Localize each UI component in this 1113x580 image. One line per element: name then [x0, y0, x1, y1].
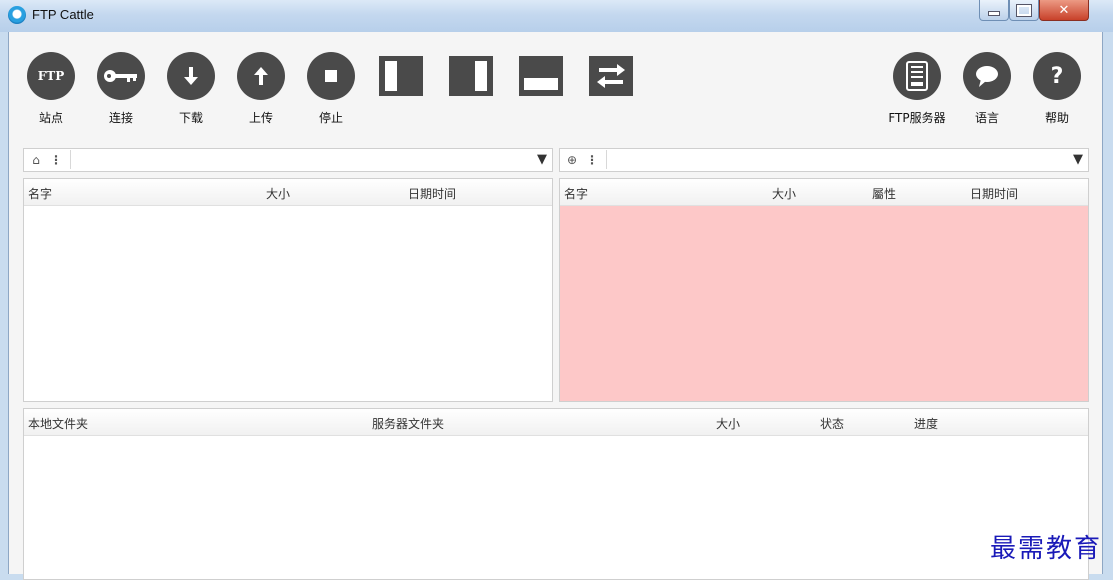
download-button[interactable]: 下载 — [165, 52, 217, 132]
connect-label: 连接 — [108, 111, 133, 125]
remote-path-bar: ⊕ ⋮ ▼ — [559, 148, 1089, 172]
local-path-input[interactable] — [70, 150, 530, 169]
layout-left-icon — [385, 61, 397, 91]
layout-right-icon — [475, 61, 487, 91]
col-size[interactable]: 大小 — [716, 415, 740, 432]
col-size[interactable]: 大小 — [266, 185, 290, 202]
swap-icon — [597, 64, 625, 88]
ftp-icon: FTP — [27, 52, 75, 100]
server-icon — [893, 52, 941, 100]
col-datetime[interactable]: 日期时间 — [970, 185, 1018, 202]
remote-list-body[interactable] — [560, 206, 1088, 401]
stop-label: 停止 — [318, 111, 343, 125]
stop-button[interactable]: 停止 — [305, 52, 357, 132]
queue-header: 本地文件夹 服务器文件夹 大小 状态 进度 — [24, 409, 1088, 436]
layout-left-panel-button[interactable] — [379, 56, 423, 96]
download-label: 下载 — [178, 111, 203, 125]
col-name[interactable]: 名字 — [28, 185, 52, 202]
window-title: FTP Cattle — [32, 7, 94, 22]
help-label: 帮助 — [1044, 111, 1069, 125]
col-attributes[interactable]: 屬性 — [872, 185, 896, 202]
ftp-icon-text: FTP — [37, 69, 65, 83]
remote-path-dropdown-icon[interactable]: ▼ — [1068, 149, 1088, 171]
ftp-server-button[interactable]: FTP服务器 — [888, 52, 946, 132]
language-label: 语言 — [974, 111, 999, 125]
speech-bubble-icon — [963, 52, 1011, 100]
maximize-button[interactable] — [1009, 0, 1039, 21]
stop-icon — [307, 52, 355, 100]
arrow-down-icon — [167, 52, 215, 100]
swap-button[interactable] — [589, 56, 633, 96]
col-size[interactable]: 大小 — [772, 185, 796, 202]
help-button[interactable]: ? 帮助 — [1031, 52, 1083, 132]
app-icon — [8, 6, 26, 24]
home-icon[interactable]: ⌂ — [28, 152, 44, 168]
layout-bottom-icon — [524, 78, 558, 90]
local-list-header: 名字 大小 日期时间 — [24, 179, 552, 206]
local-path-dropdown-icon[interactable]: ▼ — [532, 149, 552, 171]
folder-tree-icon[interactable]: ⋮ — [584, 152, 600, 168]
remote-file-list[interactable]: 名字 大小 屬性 日期时间 — [559, 178, 1089, 402]
remote-path-input[interactable] — [606, 150, 1066, 169]
local-file-list[interactable]: 名字 大小 日期时间 — [23, 178, 553, 402]
folder-tree-icon[interactable]: ⋮ — [48, 152, 64, 168]
close-icon: ✕ — [1058, 2, 1070, 18]
connect-button[interactable]: 连接 — [95, 52, 147, 132]
layout-right-panel-button[interactable] — [449, 56, 493, 96]
close-button[interactable]: ✕ — [1039, 0, 1089, 21]
layout-bottom-panel-button[interactable] — [519, 56, 563, 96]
key-icon — [97, 52, 145, 100]
minimize-icon — [988, 10, 1000, 16]
col-status[interactable]: 状态 — [820, 415, 844, 432]
language-button[interactable]: 语言 — [961, 52, 1013, 132]
col-progress[interactable]: 进度 — [914, 415, 938, 432]
minimize-button[interactable] — [979, 0, 1009, 21]
transfer-queue[interactable]: 本地文件夹 服务器文件夹 大小 状态 进度 — [23, 408, 1089, 580]
question-icon: ? — [1033, 52, 1081, 100]
arrow-up-icon — [237, 52, 285, 100]
globe-icon[interactable]: ⊕ — [564, 152, 580, 168]
remote-list-header: 名字 大小 屬性 日期时间 — [560, 179, 1088, 206]
upload-button[interactable]: 上传 — [235, 52, 287, 132]
local-path-bar: ⌂ ⋮ ▼ — [23, 148, 553, 172]
site-button[interactable]: FTP 站点 — [25, 52, 77, 132]
col-datetime[interactable]: 日期时间 — [408, 185, 456, 202]
col-server-folder[interactable]: 服务器文件夹 — [372, 415, 444, 432]
col-name[interactable]: 名字 — [564, 185, 588, 202]
watermark: 最需教育 — [990, 534, 1103, 564]
upload-label: 上传 — [248, 111, 273, 125]
site-label: 站点 — [38, 111, 63, 125]
main-window: FTP 站点 连接 下载 上传 停止 FTP服务器 语言 ? 帮助 ⌂ ⋮ ▼ … — [8, 32, 1103, 580]
title-bar: FTP Cattle ✕ — [0, 0, 1113, 32]
maximize-icon — [1016, 3, 1032, 17]
col-local-folder[interactable]: 本地文件夹 — [28, 415, 88, 432]
ftp-server-label: FTP服务器 — [888, 111, 946, 125]
